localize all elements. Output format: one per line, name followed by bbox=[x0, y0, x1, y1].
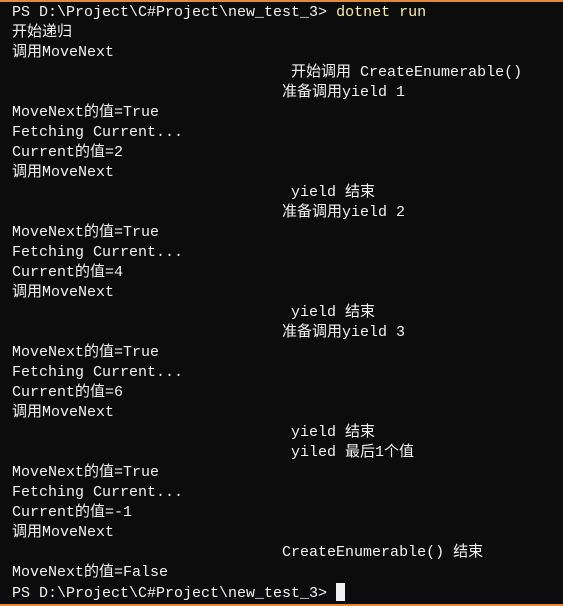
output-line: 准备调用yield 2 bbox=[12, 204, 406, 221]
command-text: dotnet run bbox=[336, 4, 427, 21]
output-line: 开始调用 CreateEnumerable() bbox=[12, 64, 523, 81]
output-line: 开始递归 bbox=[12, 24, 73, 41]
prompt: PS D:\Project\C#Project\new_test_3> bbox=[12, 4, 337, 21]
output-line: Current的值=-1 bbox=[12, 504, 133, 521]
output-line: yield 结束 bbox=[12, 184, 376, 201]
output-line: Fetching Current... bbox=[12, 364, 184, 381]
output-line: 调用MoveNext bbox=[12, 524, 115, 541]
output-line: yiled 最后1个值 bbox=[12, 444, 415, 461]
output-line: MoveNext的值=False bbox=[12, 564, 169, 581]
prompt: PS D:\Project\C#Project\new_test_3> bbox=[12, 585, 337, 602]
terminal-output: PS D:\Project\C#Project\new_test_3> dotn… bbox=[12, 3, 522, 603]
output-line: Current的值=4 bbox=[12, 264, 124, 281]
text-cursor bbox=[336, 583, 346, 601]
command-line: PS D:\Project\C#Project\new_test_3> dotn… bbox=[12, 3, 522, 23]
terminal-window[interactable]: PS D:\Project\C#Project\new_test_3> dotn… bbox=[0, 0, 563, 606]
output-line: Current的值=6 bbox=[12, 384, 124, 401]
output-line: Current的值=2 bbox=[12, 144, 124, 161]
output-line: MoveNext的值=True bbox=[12, 464, 160, 481]
output-line: 调用MoveNext bbox=[12, 284, 115, 301]
output-line: 调用MoveNext bbox=[12, 164, 115, 181]
output-line: MoveNext的值=True bbox=[12, 344, 160, 361]
output-line: Fetching Current... bbox=[12, 244, 184, 261]
output-line: Fetching Current... bbox=[12, 124, 184, 141]
output-line: 准备调用yield 1 bbox=[12, 84, 406, 101]
output-line: 调用MoveNext bbox=[12, 44, 115, 61]
output-line: Fetching Current... bbox=[12, 484, 184, 501]
output-line: MoveNext的值=True bbox=[12, 104, 160, 121]
output-line: 调用MoveNext bbox=[12, 404, 115, 421]
current-prompt-line[interactable]: PS D:\Project\C#Project\new_test_3> bbox=[12, 583, 522, 603]
output-line: yield 结束 bbox=[12, 424, 376, 441]
output-line: yield 结束 bbox=[12, 304, 376, 321]
output-line: CreateEnumerable() 结束 bbox=[12, 544, 484, 561]
output-line: MoveNext的值=True bbox=[12, 224, 160, 241]
output-line: 准备调用yield 3 bbox=[12, 324, 406, 341]
